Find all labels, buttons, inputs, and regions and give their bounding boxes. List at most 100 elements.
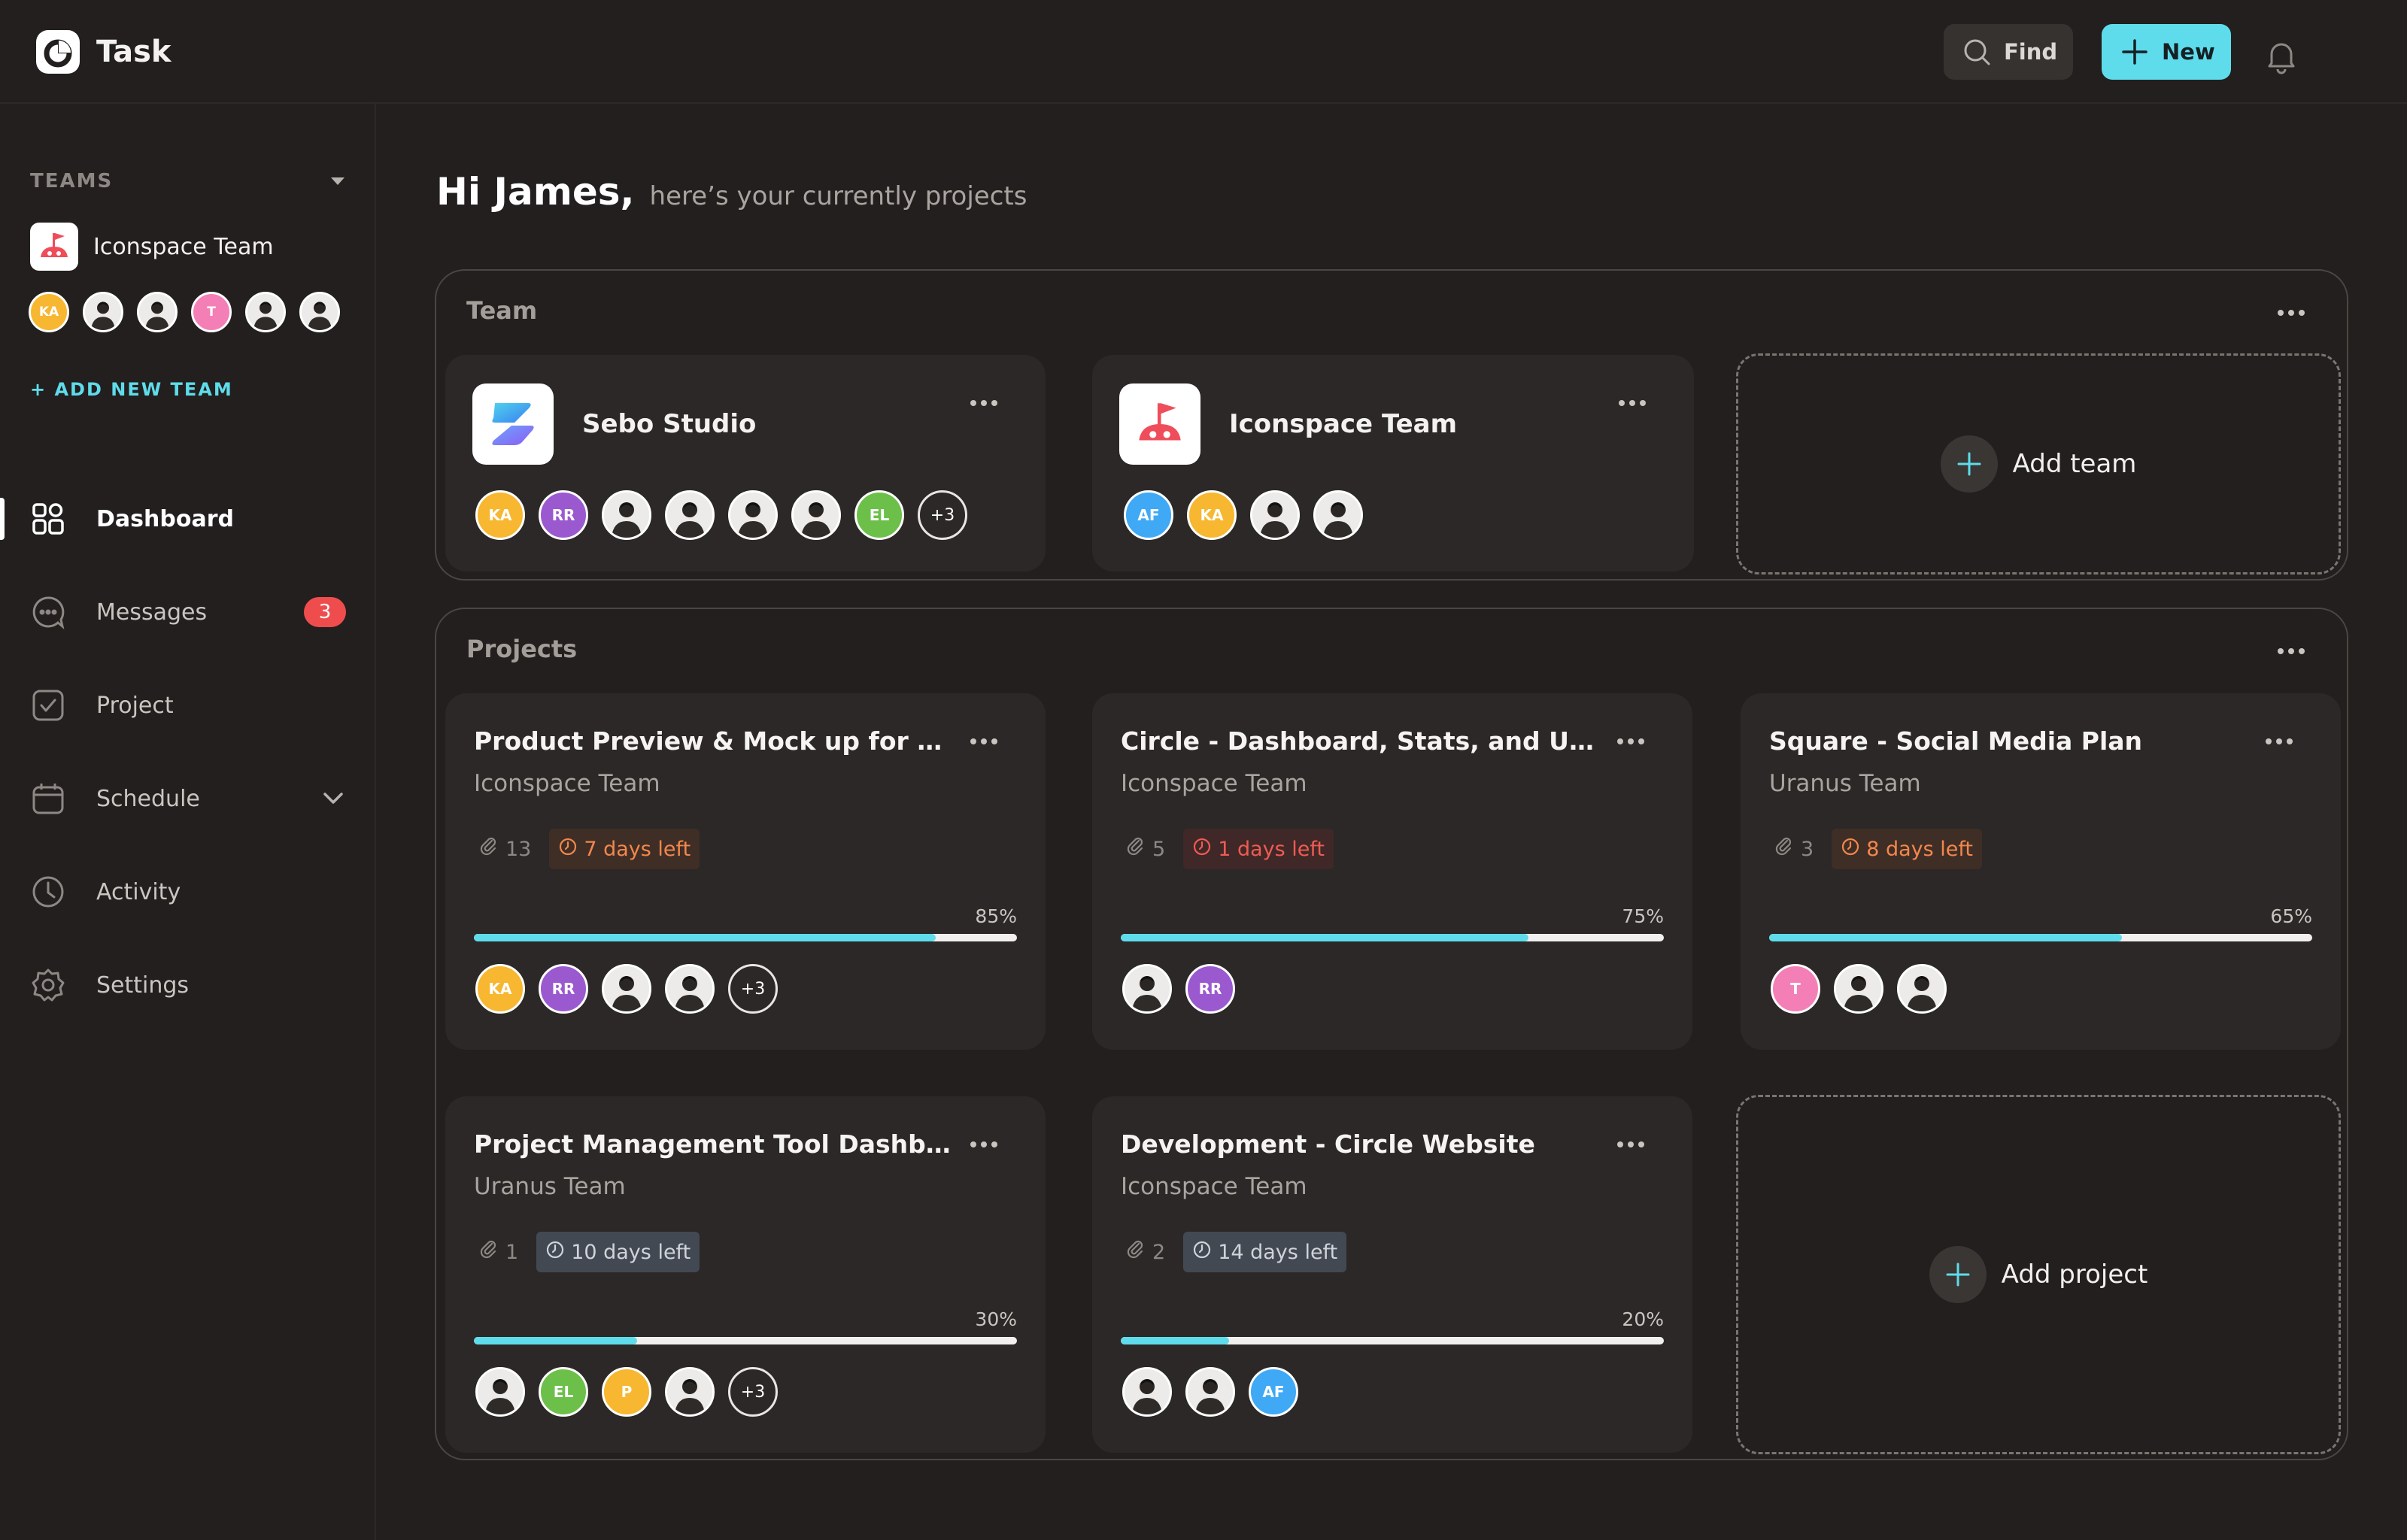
avatar-photo[interactable] <box>602 964 651 1014</box>
avatar-photo[interactable] <box>1250 490 1300 540</box>
add-team-card[interactable]: Add team <box>1736 353 2341 574</box>
project-title[interactable]: Product Preview & Mock up for Marketing … <box>474 726 955 756</box>
sidebar-item-dashboard[interactable]: Dashboard <box>0 472 376 565</box>
avatar-photo[interactable] <box>137 292 178 332</box>
avatar-more-count[interactable]: +3 <box>728 964 778 1014</box>
avatar-initials[interactable]: KA <box>1187 490 1237 540</box>
avatar-photo[interactable] <box>83 292 123 332</box>
app-logo[interactable]: Task <box>36 30 171 74</box>
deadline-badge: 1 days left <box>1183 829 1334 869</box>
avatar-initials[interactable]: EL <box>854 490 904 540</box>
sidebar-item-messages[interactable]: Messages 3 <box>0 565 376 659</box>
projects-section-title: Projects <box>466 635 578 663</box>
avatar-photo[interactable] <box>1122 964 1172 1014</box>
progress-bar <box>1769 934 2312 941</box>
avatar-more-count[interactable]: +3 <box>728 1367 778 1417</box>
sidebar-item-label: Schedule <box>96 785 200 812</box>
sidebar-item-label: Messages <box>96 599 208 626</box>
avatar-photo[interactable] <box>665 1367 715 1417</box>
add-project-label: Add project <box>2001 1260 2148 1290</box>
avatar-initials[interactable]: T <box>191 292 232 332</box>
project-card[interactable]: Circle - Dashboard, Stats, and UI Kit Ico… <box>1092 693 1692 1050</box>
deadline-badge: 7 days left <box>549 829 700 869</box>
project-card[interactable]: Development - Circle Website Iconspace Te… <box>1092 1096 1692 1453</box>
attachment-count-value: 1 <box>505 1240 519 1264</box>
project-member-avatars: KA RR +3 <box>475 964 791 1014</box>
project-card-more-icon[interactable] <box>2266 738 2293 744</box>
avatar-initials[interactable]: KA <box>475 490 525 540</box>
project-card-more-icon[interactable] <box>970 738 997 744</box>
team-section-more-icon[interactable] <box>2278 310 2305 316</box>
attachment-count: 2 <box>1121 1239 1165 1266</box>
attachment-count-value: 13 <box>505 837 532 861</box>
avatar-initials[interactable]: P <box>602 1367 651 1417</box>
sidebar-item-project[interactable]: Project <box>0 659 376 752</box>
avatar-photo[interactable] <box>1313 490 1363 540</box>
avatar-photo[interactable] <box>1834 964 1883 1014</box>
paperclip-icon <box>1125 836 1152 862</box>
avatar-photo[interactable] <box>299 292 340 332</box>
avatar-photo[interactable] <box>665 490 715 540</box>
avatar-initials[interactable]: RR <box>1185 964 1235 1014</box>
avatar-photo[interactable] <box>1185 1367 1235 1417</box>
avatar-photo[interactable] <box>602 490 651 540</box>
team-card-iconspace[interactable]: Iconspace Team AF KA <box>1092 355 1694 571</box>
project-title[interactable]: Circle - Dashboard, Stats, and UI Kit <box>1121 726 1602 756</box>
avatar-photo[interactable] <box>1122 1367 1172 1417</box>
project-card[interactable]: Product Preview & Mock up for Marketing … <box>445 693 1046 1050</box>
caret-down-icon[interactable] <box>329 176 346 186</box>
avatar-photo[interactable] <box>1897 964 1947 1014</box>
team-card-more-icon[interactable] <box>970 400 997 406</box>
clock-icon <box>1841 837 1866 862</box>
iconspace-logo-icon <box>30 223 78 271</box>
project-card-more-icon[interactable] <box>1617 738 1644 744</box>
greeting-title: Hi James, <box>436 170 635 214</box>
sidebar-item-settings[interactable]: Settings <box>0 938 376 1032</box>
avatar-initials[interactable]: EL <box>539 1367 588 1417</box>
team-card-sebo[interactable]: Sebo Studio KA RR EL +3 <box>445 355 1046 571</box>
avatar-initials[interactable]: AF <box>1124 490 1173 540</box>
project-meta: 1 10 days left <box>474 1232 700 1272</box>
new-button[interactable]: New <box>2102 24 2231 80</box>
project-title[interactable]: Development - Circle Website <box>1121 1129 1602 1159</box>
avatar-photo[interactable] <box>665 964 715 1014</box>
projects-section: Projects Product Preview & Mock up for M… <box>435 608 2348 1460</box>
attachment-count: 13 <box>474 836 531 862</box>
team-card-more-icon[interactable] <box>1619 400 1646 406</box>
project-card-more-icon[interactable] <box>970 1141 997 1147</box>
avatar-more-count[interactable]: +3 <box>918 490 967 540</box>
iconspace-logo-icon <box>1119 383 1200 465</box>
sidebar-team-item[interactable]: Iconspace Team <box>30 223 274 271</box>
avatar-initials[interactable]: KA <box>29 292 69 332</box>
avatar-initials[interactable]: RR <box>539 490 588 540</box>
avatar-initials[interactable]: KA <box>475 964 525 1014</box>
add-new-team-link[interactable]: + ADD NEW TEAM <box>30 379 233 400</box>
find-button[interactable]: Find <box>1944 24 2073 80</box>
projects-section-more-icon[interactable] <box>2278 648 2305 654</box>
notification-bell-icon[interactable] <box>2263 38 2300 75</box>
avatar-initials[interactable]: AF <box>1249 1367 1298 1417</box>
attachment-count: 1 <box>474 1239 518 1266</box>
avatar-initials[interactable]: T <box>1771 964 1820 1014</box>
sidebar-item-activity[interactable]: Activity <box>0 845 376 938</box>
chevron-down-icon[interactable] <box>322 791 345 806</box>
project-meta: 2 14 days left <box>1121 1232 1347 1272</box>
avatar-photo[interactable] <box>475 1367 525 1417</box>
project-card[interactable]: Project Management Tool Dashboard Uranus … <box>445 1096 1046 1453</box>
project-title[interactable]: Project Management Tool Dashboard <box>474 1129 955 1159</box>
project-card[interactable]: Square - Social Media Plan Uranus Team 3 8 … <box>1741 693 2341 1050</box>
project-meta: 3 8 days left <box>1769 829 1982 869</box>
add-project-card[interactable]: Add project <box>1736 1095 2341 1454</box>
avatar-initials[interactable]: RR <box>539 964 588 1014</box>
teams-heading-label: TEAMS <box>30 170 114 192</box>
sidebar-item-label: Settings <box>96 972 190 999</box>
avatar-photo[interactable] <box>791 490 841 540</box>
teams-heading[interactable]: TEAMS <box>30 170 346 192</box>
project-card-more-icon[interactable] <box>1617 1141 1644 1147</box>
sidebar-item-schedule[interactable]: Schedule <box>0 752 376 845</box>
project-title[interactable]: Square - Social Media Plan <box>1769 726 2251 756</box>
avatar-photo[interactable] <box>728 490 778 540</box>
avatar-photo[interactable] <box>245 292 286 332</box>
paperclip-icon <box>478 1239 505 1266</box>
deadline-text: 1 days left <box>1218 837 1325 861</box>
